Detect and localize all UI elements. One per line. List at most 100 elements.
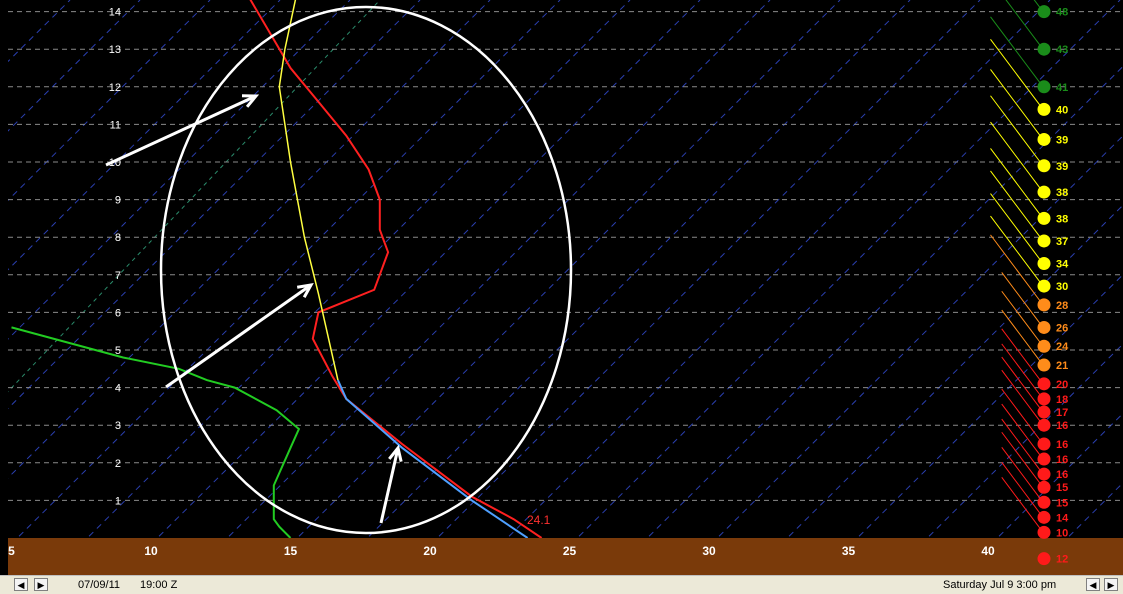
wind-speed-label: 15 (1056, 497, 1068, 509)
x-tick-label: 15 (284, 544, 298, 558)
wind-speed-label: 14 (1056, 512, 1069, 524)
isotherm-line (506, 0, 1051, 538)
wind-speed-label: 20 (1056, 379, 1068, 391)
arrow-right-icon[interactable]: ▶ (34, 578, 48, 591)
wind-speed-label: 18 (1056, 394, 1068, 406)
x-tick-label: 20 (423, 544, 437, 558)
wind-barb (1001, 431, 1044, 488)
wind-dot (1037, 279, 1051, 293)
wind-speed-label: 48 (1056, 7, 1068, 19)
wind-dot (1037, 42, 1051, 56)
wind-speed-label: 39 (1056, 134, 1068, 146)
wind-barb (1001, 477, 1044, 533)
wind-dot (1037, 5, 1051, 19)
wind-speed-label: 39 (1056, 161, 1068, 173)
wind-dot (1037, 452, 1051, 466)
wind-dot (1037, 320, 1051, 334)
y-tick-label: 12 (109, 82, 121, 94)
wind-speed-label: 38 (1056, 213, 1068, 225)
status-date: 07/09/11 (78, 579, 121, 591)
annotation-arrow (379, 447, 400, 524)
isotherm-lines (8, 0, 1123, 538)
wind-barb (1001, 418, 1044, 475)
wind-dot (1037, 418, 1051, 432)
wind-barb (990, 95, 1044, 167)
wind-barb (990, 69, 1044, 140)
status-time: 19:00 Z (140, 579, 178, 591)
profile-lines (11, 0, 543, 538)
wind-speed-label: 17 (1056, 407, 1068, 419)
wind-speed-label: 16 (1056, 439, 1068, 451)
status-bar: ◀ ▶ 07/09/11 19:00 Z Saturday Jul 9 3:00… (0, 575, 1123, 594)
wind-barb (990, 16, 1044, 88)
wind-barb (990, 39, 1044, 110)
wind-speed-label: 30 (1056, 281, 1068, 293)
wind-dot (1037, 437, 1051, 451)
scroll-right-icon[interactable]: ▶ (1104, 578, 1118, 591)
highlight-ellipse (159, 5, 573, 535)
wind-barb (1001, 356, 1044, 413)
arrow-left-icon[interactable]: ◀ (14, 578, 28, 591)
wind-dot (1037, 132, 1051, 146)
wind-dot (1037, 102, 1051, 116)
wind-barb (1005, 0, 1044, 50)
y-tick-label: 10 (109, 157, 121, 169)
wind-speed-label: 16 (1056, 469, 1068, 481)
sounding-chart: 5101520253035404 1234567891011121314 484… (8, 0, 1123, 575)
wind-speed-label: 24 (1056, 341, 1069, 353)
wind-dot (1037, 392, 1051, 406)
wind-dot (1037, 480, 1051, 494)
wind-dot (1037, 339, 1051, 353)
wind-barb (990, 193, 1044, 264)
y-tick-label: 8 (115, 232, 121, 244)
wind-speed-label: 41 (1056, 82, 1068, 94)
y-tick-label: 5 (115, 345, 121, 357)
height-gridlines (8, 11, 1123, 501)
wind-speed-label: 12 (1056, 554, 1068, 566)
y-tick-label: 1 (115, 495, 121, 507)
isotherm-line (156, 0, 701, 538)
wind-dot (1037, 185, 1051, 199)
isotherm-line (86, 0, 631, 538)
isotherm-line (366, 0, 911, 538)
x-tick-label: 30 (702, 544, 716, 558)
series-line (11, 326, 301, 538)
x-tick-label: 5 (8, 544, 15, 558)
wind-barb (990, 148, 1044, 219)
y-tick-label: 14 (109, 7, 121, 19)
y-tick-label: 13 (109, 44, 121, 56)
wind-dot (1037, 159, 1051, 173)
isotherm-line (926, 343, 1123, 538)
wind-dot (1037, 211, 1051, 225)
wind-dot (1037, 467, 1051, 481)
wind-speed-label: 37 (1056, 236, 1068, 248)
scroll-left-icon[interactable]: ◀ (1086, 578, 1100, 591)
wind-speed-label: 28 (1056, 300, 1068, 312)
wind-speed-label: 21 (1056, 360, 1068, 372)
status-local-time: Saturday Jul 9 3:00 pm (943, 579, 1057, 591)
x-tick-label: 10 (144, 544, 158, 558)
y-tick-label: 7 (115, 270, 121, 282)
isotherm-line (436, 0, 981, 538)
wind-barb (1033, 0, 1044, 12)
wind-barb (1001, 403, 1044, 460)
wind-dot (1037, 525, 1051, 539)
surface-temp-label: 24.1 (527, 513, 551, 527)
wind-speed-label: 40 (1056, 104, 1068, 116)
wind-dot (1037, 358, 1051, 372)
wind-speed-label: 15 (1056, 482, 1068, 494)
wind-dot (1037, 510, 1051, 524)
y-tick-label: 2 (115, 458, 121, 470)
wind-barb (990, 234, 1044, 306)
wind-speed-label: 16 (1056, 454, 1068, 466)
y-tick-label: 6 (115, 307, 121, 319)
isotherm-line (8, 0, 421, 410)
wind-speed-label: 34 (1056, 259, 1069, 271)
wind-barb (1001, 462, 1044, 518)
wind-speed-label: 16 (1056, 420, 1068, 432)
x-tick-label: 25 (563, 544, 577, 558)
isotherm-line (296, 0, 841, 538)
isotherm-line (8, 0, 211, 201)
annotations (105, 5, 573, 535)
wind-barb (1001, 343, 1044, 400)
